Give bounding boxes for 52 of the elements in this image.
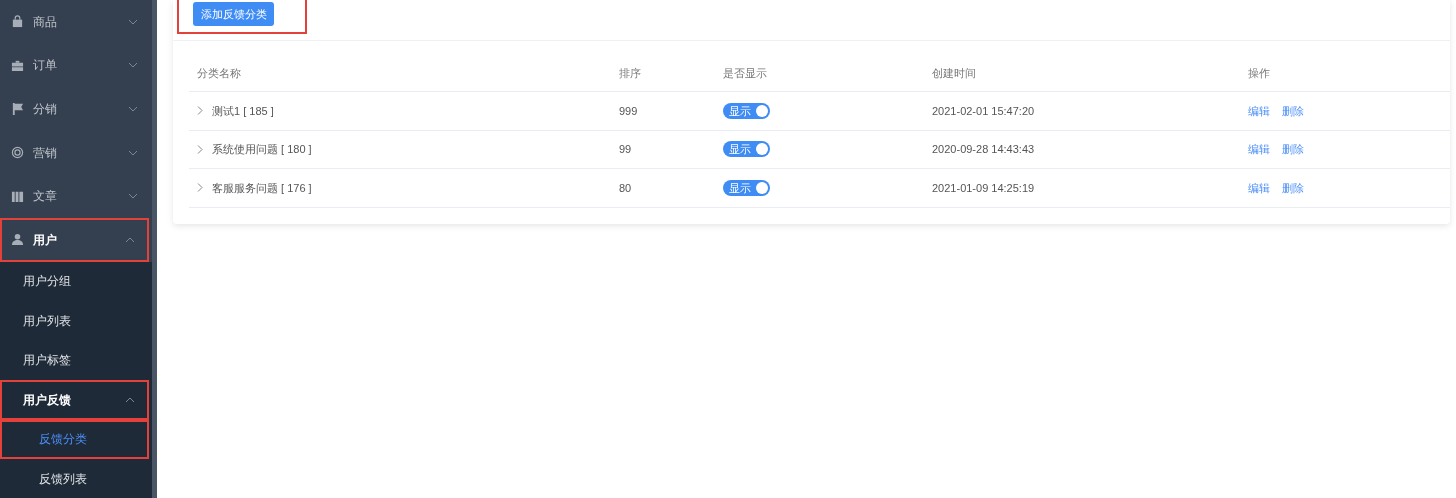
- sidebar-item[interactable]: 订单: [0, 43, 152, 88]
- sidebar-item[interactable]: 分销: [0, 87, 152, 131]
- table-cell: 2020-09-28 14:43:43: [932, 143, 1035, 155]
- table-cell-text: 系统使用问题 [ 180 ]: [212, 142, 312, 157]
- sidebar-item[interactable]: 用户反馈: [0, 380, 149, 420]
- column-header: 创建时间: [932, 66, 976, 79]
- action-link[interactable]: 编辑: [1248, 143, 1270, 155]
- sidebar-item[interactable]: 用户列表: [0, 301, 152, 341]
- add-button[interactable]: 添加反馈分类: [193, 2, 274, 26]
- sidebar-item[interactable]: 商品: [0, 0, 152, 44]
- column-header: 是否显示: [723, 66, 767, 79]
- action-link[interactable]: 编辑: [1248, 181, 1270, 194]
- briefcase-icon: [11, 58, 24, 72]
- action-link[interactable]: 删除: [1282, 104, 1304, 117]
- action-link[interactable]: 删除: [1282, 181, 1304, 194]
- toggle-switch[interactable]: 显示: [723, 102, 770, 119]
- column-header: 分类名称: [197, 65, 241, 81]
- chevron-down-icon: [128, 106, 138, 112]
- column-header: 排序: [619, 66, 641, 79]
- sidebar-item[interactable]: 营销: [0, 130, 152, 175]
- sidebar-item[interactable]: 用户分组: [0, 261, 152, 302]
- chevron-down-icon: [128, 193, 138, 200]
- chevron-down-icon: [128, 62, 138, 69]
- book-icon: [11, 189, 24, 203]
- table-cell: 80: [619, 181, 632, 194]
- flag-icon: [11, 102, 24, 116]
- action-link[interactable]: 编辑: [1248, 104, 1270, 117]
- table-cell: 999: [619, 104, 638, 117]
- table-cell-text: 测试1 [ 185 ]: [212, 103, 274, 119]
- chevron-down-icon: [128, 18, 138, 25]
- action-link[interactable]: 删除: [1282, 143, 1304, 155]
- table-cell: 2021-02-01 15:47:20: [932, 104, 1035, 117]
- expand-icon[interactable]: [197, 106, 203, 116]
- chevron-down-icon: [128, 149, 138, 156]
- table-cell: 2021-01-09 14:25:19: [932, 181, 1035, 194]
- toggle-switch[interactable]: 显示: [723, 141, 770, 158]
- sidebar-item[interactable]: 用户标签: [0, 340, 152, 381]
- chevron-up-icon: [125, 396, 135, 403]
- expand-icon[interactable]: [197, 144, 203, 154]
- bag-icon: [11, 15, 24, 29]
- expand-icon[interactable]: [197, 183, 203, 193]
- table-cell: 99: [619, 143, 632, 155]
- user-icon: [11, 233, 24, 247]
- chevron-up-icon: [125, 236, 135, 243]
- lifebuoy-icon: [11, 146, 24, 160]
- sidebar-item[interactable]: 反馈列表: [0, 459, 152, 498]
- table-cell-text: 客服服务问题 [ 176 ]: [212, 180, 312, 196]
- sidebar-item[interactable]: 用户: [0, 217, 149, 262]
- sidebar-item[interactable]: 反馈分类: [0, 419, 149, 460]
- sidebar-item[interactable]: 文章: [0, 174, 152, 218]
- toggle-switch[interactable]: 显示: [723, 179, 770, 196]
- column-header: 操作: [1248, 66, 1270, 79]
